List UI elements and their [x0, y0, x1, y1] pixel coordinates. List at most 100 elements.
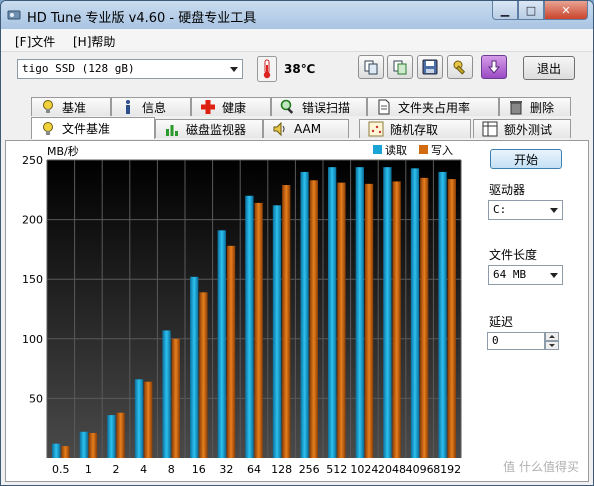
y-tick-label: 150 — [22, 273, 43, 286]
tab-label: 磁盘监视器 — [186, 122, 247, 137]
write-bar — [254, 202, 263, 458]
read-bar — [410, 168, 420, 458]
tab-label: 健康 — [222, 100, 247, 115]
temperature-readout: 38℃ — [284, 62, 316, 76]
x-tick-label: 2048 — [378, 463, 406, 476]
write-bar — [447, 179, 456, 458]
x-tick-label: 256 — [299, 463, 320, 476]
write-bar — [337, 182, 346, 458]
bar-chart-icon — [166, 125, 178, 136]
tab-aam[interactable]: AAM — [263, 119, 349, 138]
y-tick-label: 250 — [22, 154, 43, 167]
tab-label: 额外测试 — [504, 122, 553, 137]
legend-write-label: 写入 — [431, 144, 453, 157]
write-bar — [309, 180, 318, 458]
read-bar — [300, 171, 309, 459]
legend-write-swatch — [419, 145, 428, 154]
write-bar — [61, 446, 70, 458]
trash-icon — [510, 101, 522, 115]
x-tick-label: 1024 — [350, 463, 378, 476]
copy-icon — [364, 60, 378, 75]
x-tick-label: 8 — [168, 463, 175, 476]
menu-help[interactable]: [H]帮助 — [73, 33, 115, 50]
speaker-icon — [273, 121, 285, 137]
read-bar — [217, 230, 226, 458]
write-bar — [171, 338, 180, 458]
tab-disk-monitor[interactable]: 磁盘监视器 — [155, 119, 263, 138]
drive-select[interactable]: tigo SSD (128 gB) — [17, 59, 243, 79]
watermark: 值 什么值得买 — [503, 460, 579, 474]
window-title: HD Tune 专业版 v4.60 - 硬盘专业工具 — [27, 11, 257, 26]
read-bar — [383, 167, 392, 458]
close-icon: ✕ — [561, 3, 571, 17]
tab-erase[interactable]: 删除 — [499, 97, 571, 116]
read-bar — [52, 443, 61, 458]
spinner-down-button[interactable] — [545, 341, 559, 350]
x-tick-label: 128 — [271, 463, 292, 476]
caption-buttons: ▁ □ ✕ — [492, 1, 588, 21]
read-bar — [107, 415, 116, 458]
exit-button-label: 退出 — [536, 61, 561, 76]
tab-file-benchmark[interactable]: 文件基准 — [31, 117, 155, 139]
minimize-button[interactable]: ▁ — [492, 1, 518, 20]
tab-info[interactable]: 信息 — [111, 97, 191, 116]
options-button[interactable] — [447, 55, 473, 79]
x-tick-label: 4 — [140, 463, 147, 476]
x-tick-label: 0.5 — [52, 463, 70, 476]
start-button[interactable]: 开始 — [490, 149, 562, 169]
copy-all-icon — [393, 60, 407, 75]
close-button[interactable]: ✕ — [544, 1, 588, 20]
tab-benchmark[interactable]: 基准 — [31, 97, 111, 116]
chevron-down-icon — [230, 67, 238, 72]
tab-random-access[interactable]: 随机存取 — [359, 119, 471, 138]
start-button-label: 开始 — [513, 152, 538, 167]
y-tick-label: 200 — [22, 214, 43, 227]
menu-bar: [F]文件 [H]帮助 — [1, 29, 593, 52]
drive-letter-select[interactable]: C: — [488, 200, 563, 220]
x-tick-label: 2 — [113, 463, 120, 476]
maximize-button[interactable]: □ — [518, 1, 544, 20]
tab-label: AAM — [294, 122, 322, 136]
file-length-select[interactable]: 64 MB — [488, 265, 563, 285]
x-tick-label: 1 — [85, 463, 92, 476]
y-axis-label: MB/秒 — [47, 144, 79, 158]
app-icon — [7, 10, 21, 20]
tab-folder-usage[interactable]: 文件夹占用率 — [367, 97, 499, 116]
table-icon — [482, 121, 498, 137]
maximize-icon: □ — [525, 3, 537, 17]
tab-health[interactable]: 健康 — [191, 97, 271, 116]
delay-field[interactable]: 0 — [487, 332, 545, 350]
save-button[interactable] — [417, 55, 443, 79]
copy-all-button[interactable] — [387, 55, 413, 79]
minimize-icon: ▁ — [500, 3, 510, 17]
read-bar — [438, 171, 447, 459]
benchmark-chart: 50 100 150 200 250 0.5 1 2 4 8 16 32 64 128 256 512 102… — [9, 141, 479, 481]
tab-label: 错误扫描 — [302, 100, 351, 115]
write-bar — [144, 381, 153, 458]
read-bar — [328, 167, 337, 458]
tab-extra-tests[interactable]: 额外测试 — [473, 119, 571, 138]
read-bar — [190, 276, 199, 458]
copy-button[interactable] — [358, 55, 384, 79]
delay-spinner[interactable]: 0 — [487, 332, 559, 350]
x-tick-label: 16 — [192, 463, 206, 476]
download-arrow-icon — [487, 60, 501, 74]
spinner-up-button[interactable] — [545, 332, 559, 341]
lightbulb-icon — [43, 100, 53, 113]
menu-file[interactable]: [F]文件 — [15, 33, 55, 50]
floppy-icon — [422, 59, 438, 75]
write-bar — [226, 245, 236, 458]
tab-label: 文件夹占用率 — [398, 100, 471, 115]
thermometer-icon — [257, 56, 277, 82]
write-bar — [282, 185, 291, 459]
x-tick-label: 8192 — [433, 463, 461, 476]
download-button[interactable] — [481, 55, 507, 79]
tab-error-scan[interactable]: 错误扫描 — [271, 97, 367, 116]
delay-label: 延迟 — [489, 315, 514, 329]
read-bar — [245, 195, 254, 458]
document-icon — [378, 99, 390, 115]
legend-read-label: 读取 — [385, 143, 407, 157]
drive-label: 驱动器 — [489, 183, 526, 197]
tab-label: 基准 — [62, 100, 87, 115]
exit-button[interactable]: 退出 — [523, 56, 575, 80]
